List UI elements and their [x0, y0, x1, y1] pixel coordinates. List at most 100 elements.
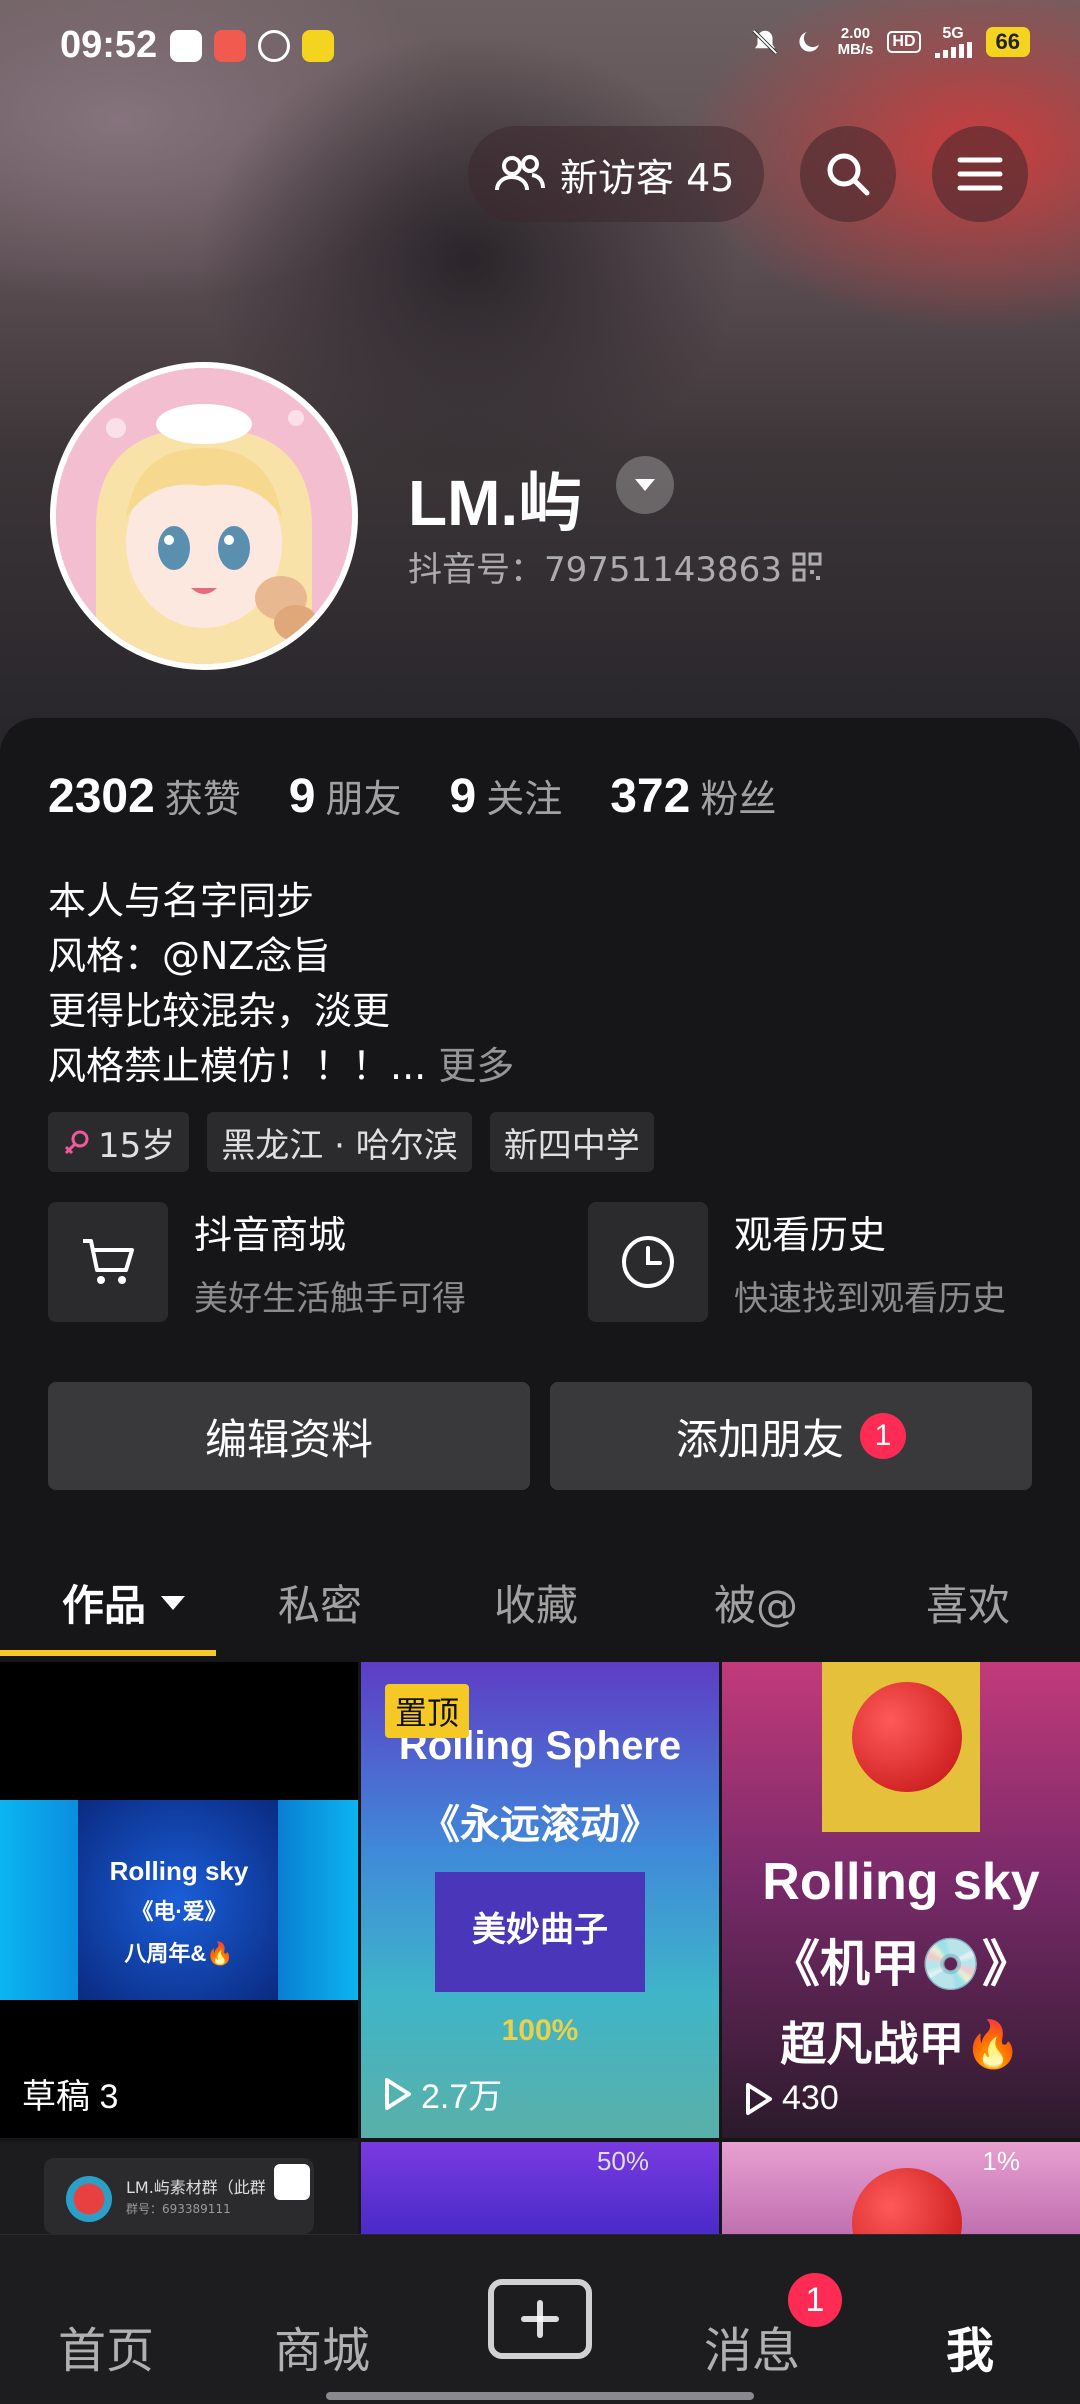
- age-tag-label: 15岁: [98, 1125, 176, 1166]
- draft-label: 草稿 3: [22, 2078, 119, 2116]
- clock-icon: [622, 1236, 674, 1288]
- history-shortcut[interactable]: 观看历史 快速找到观看历史: [588, 1202, 1006, 1322]
- hamburger-menu-icon: [957, 157, 1003, 191]
- video-views-count: 2.7万: [421, 2078, 503, 2116]
- moon-icon: [799, 32, 819, 52]
- stat-following[interactable]: 9 关注: [450, 768, 563, 824]
- group-name: LM.屿素材群（此群: [126, 2178, 266, 2197]
- cart-icon-box: [48, 1202, 168, 1322]
- stats-row: 2302 获赞 9 朋友 9 关注 372 粉丝: [48, 768, 776, 824]
- video-cell[interactable]: 1%: [722, 2142, 1080, 2234]
- signal-icon: [934, 42, 972, 58]
- mall-subtitle: 美好生活触手可得: [194, 1279, 466, 1319]
- stat-friends-label: 朋友: [325, 777, 402, 821]
- hd-badge: HD: [887, 31, 921, 53]
- play-icon: [746, 2082, 772, 2115]
- account-switch-button[interactable]: [616, 456, 674, 514]
- speed-value: 2.00: [840, 25, 871, 42]
- bio-more-link[interactable]: 更多: [438, 1044, 514, 1088]
- nav-me[interactable]: 我: [946, 2311, 994, 2381]
- status-bar: 09:52 2.00 MB/s HD 5G 66: [0, 0, 1080, 96]
- video-cell[interactable]: 50%: [361, 2142, 719, 2234]
- caret-down-icon: [161, 1595, 186, 1610]
- pinned-art-subtitle: 《永远滚动》: [420, 1803, 660, 1847]
- stat-following-count: 9: [449, 770, 477, 823]
- video-views: 2.7万: [383, 2069, 502, 2118]
- messages-badge: 1: [788, 2273, 842, 2327]
- plus-icon: [521, 2300, 559, 2338]
- network-speed: 2.00 MB/s: [838, 26, 874, 58]
- qr-code-icon: [792, 552, 822, 581]
- menu-button[interactable]: [932, 126, 1028, 222]
- stat-friends[interactable]: 9 朋友: [289, 768, 402, 824]
- yellow-app-icon: [302, 30, 334, 62]
- female-icon: [64, 1130, 89, 1155]
- bottom-nav: 首页 商城 消息 1 我: [0, 2234, 1080, 2404]
- draft-art-subtitle: 《电·爱》: [131, 1899, 227, 1924]
- video-cell[interactable]: Rolling sky 《机甲💿》 超凡战甲🔥 430: [722, 1662, 1080, 2138]
- bio-line: 风格禁止模仿！！！...: [48, 1044, 427, 1088]
- profile-name: LM.屿: [408, 467, 583, 539]
- add-friend-button[interactable]: 添加朋友 1: [550, 1382, 1032, 1490]
- stat-likes-count: 2302: [48, 770, 155, 823]
- mute-icon: [751, 29, 778, 55]
- pinned-art-percent: 100%: [501, 2014, 579, 2047]
- signal-group: 5G: [934, 25, 972, 58]
- mall-shortcut[interactable]: 抖音商城 美好生活触手可得: [48, 1202, 466, 1322]
- play-icon: [385, 2077, 411, 2110]
- video-art-title: Rolling sky: [762, 1853, 1040, 1911]
- group-card: LM.屿素材群（此群 群号：693389111: [44, 2158, 314, 2234]
- bio-line: 更得比较混杂，淡更: [48, 989, 391, 1033]
- anime-avatar-image: [56, 368, 352, 664]
- video-art-subtitle: 《机甲💿》: [769, 1936, 1033, 1992]
- speed-unit: MB/s: [837, 41, 874, 58]
- nav-home[interactable]: 首页: [58, 2311, 154, 2381]
- profile-tags: 15岁 黑龙江 · 哈尔滨 新四中学: [48, 1112, 654, 1172]
- network-type: 5G: [942, 25, 964, 42]
- video-views: 430: [744, 2079, 839, 2118]
- red-app-icon: [214, 30, 246, 62]
- group-avatar-icon: [66, 2176, 112, 2222]
- edit-profile-button[interactable]: 编辑资料: [48, 1382, 530, 1490]
- search-button[interactable]: [800, 126, 896, 222]
- nav-mall[interactable]: 商城: [274, 2311, 370, 2381]
- home-indicator[interactable]: [326, 2392, 754, 2400]
- video-cell[interactable]: LM.屿素材群（此群 群号：693389111: [0, 2142, 358, 2234]
- history-subtitle: 快速找到观看历史: [734, 1279, 1006, 1319]
- pinned-video-cell[interactable]: Rolling Sphere 《永远滚动》 美妙曲子 100% 置顶 2.7万: [361, 1662, 719, 2138]
- video-percent: 50%: [596, 2146, 649, 2176]
- add-friend-label: 添加朋友: [675, 1414, 844, 1464]
- draft-video-cell[interactable]: Rolling sky 《电·爱》 八周年&🔥 草稿 3: [0, 1662, 358, 2138]
- tab-works[interactable]: 作品: [62, 1572, 186, 1633]
- status-app-icons: [170, 30, 334, 62]
- new-visitors-label: 新访客 45: [560, 155, 735, 200]
- draft-art-title: Rolling sky: [109, 1856, 249, 1886]
- tab-private[interactable]: 私密: [278, 1572, 362, 1633]
- copy-icon: [274, 2164, 310, 2200]
- stat-followers[interactable]: 372 粉丝: [610, 768, 776, 824]
- link-app-icon: [258, 30, 290, 62]
- stat-friends-count: 9: [288, 770, 316, 823]
- mail-app-icon: [170, 30, 202, 62]
- tab-likes[interactable]: 喜欢: [926, 1572, 1010, 1633]
- red-ball-shape: [852, 2168, 962, 2234]
- shopping-cart-icon: [83, 1239, 134, 1284]
- active-tab-indicator: [0, 1650, 216, 1656]
- tab-mentioned[interactable]: 被@: [714, 1572, 798, 1633]
- stat-likes[interactable]: 2302 获赞: [48, 768, 241, 824]
- nav-messages[interactable]: 消息: [704, 2311, 800, 2381]
- video-percent: 1%: [982, 2146, 1020, 2176]
- content-tabs: 作品 私密 收藏 被@ 喜欢: [0, 1560, 1080, 1660]
- bio-line-last: 风格禁止模仿！！！... 更多: [48, 1039, 514, 1094]
- status-time: 09:52: [60, 24, 158, 66]
- battery-indicator: 66: [985, 27, 1030, 57]
- douyin-id-row[interactable]: 抖音号：79751143863: [408, 542, 822, 591]
- avatar[interactable]: [50, 362, 358, 670]
- draft-thumbnail: Rolling sky 《电·爱》 八周年&🔥: [0, 1800, 358, 2000]
- pinned-badge: 置顶: [385, 1684, 470, 1738]
- group-id: 群号：693389111: [126, 2202, 231, 2216]
- new-visitors-button[interactable]: 新访客 45: [468, 126, 764, 222]
- tab-favorites[interactable]: 收藏: [494, 1572, 578, 1633]
- draft-art-caption: 八周年&🔥: [124, 1941, 234, 1966]
- create-post-button[interactable]: [488, 2279, 592, 2359]
